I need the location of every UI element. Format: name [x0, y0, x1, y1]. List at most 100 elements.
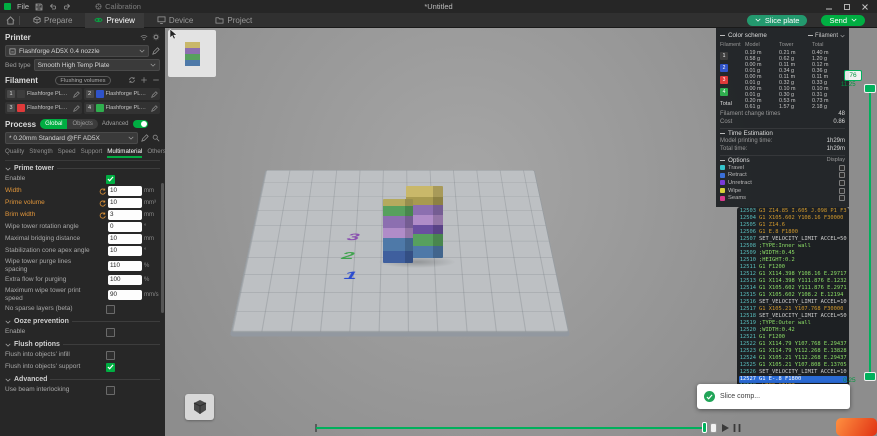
process-section-title: Process — [5, 120, 36, 129]
tab-support[interactable]: Support — [81, 148, 103, 158]
edit-printer-icon[interactable] — [152, 47, 160, 55]
filament-row-swatch: 3 — [720, 74, 745, 86]
reset-icon[interactable] — [99, 212, 106, 219]
tab-preview[interactable]: Preview — [85, 13, 143, 28]
filament-slot-3[interactable]: 3 Flashforge PLA B... — [5, 102, 82, 114]
reset-icon[interactable] — [99, 188, 106, 195]
prime-tower-section[interactable]: Prime tower — [5, 165, 160, 172]
layer-slider-track[interactable] — [869, 88, 871, 380]
scope-global[interactable]: Global — [40, 119, 67, 129]
change-times-value: 48 — [838, 111, 845, 117]
search-settings-icon[interactable] — [152, 134, 160, 142]
gear-icon[interactable] — [152, 33, 160, 41]
stat-cell: 0.00 m0.01 g — [745, 74, 779, 86]
purge-spacing-input[interactable]: 110 — [108, 261, 142, 271]
redo-icon[interactable] — [63, 3, 71, 11]
process-scope-toggle[interactable]: Global Objects — [40, 119, 98, 129]
cone-angle-input[interactable]: 10 — [108, 246, 142, 256]
home-icon[interactable] — [6, 16, 15, 25]
enable-checkbox[interactable] — [106, 175, 115, 184]
prime-volume-input[interactable]: 10 — [108, 198, 142, 208]
layer-slider-top-handle[interactable] — [864, 84, 876, 93]
project-icon — [215, 16, 224, 24]
tab-multimaterial[interactable]: Multimaterial — [107, 148, 142, 158]
tab-prepare[interactable]: Prepare — [24, 13, 81, 28]
brim-width-input[interactable]: 3 — [108, 210, 142, 220]
model-time-label: Model printing time: — [720, 138, 772, 144]
filament-color-swatch[interactable] — [96, 104, 104, 112]
slice-plate-button[interactable]: Slice plate — [747, 15, 808, 26]
filament-slot-1[interactable]: 1 Flashforge PLA B... — [5, 88, 82, 100]
close-button[interactable] — [861, 3, 869, 11]
tab-others[interactable]: Others — [147, 148, 165, 158]
edit-filament-icon[interactable] — [73, 105, 80, 112]
travel-display-checkbox[interactable] — [839, 165, 845, 171]
corner-accent-badge[interactable] — [836, 418, 877, 436]
minimize-button[interactable] — [825, 3, 833, 11]
layer-slider-bottom-handle[interactable] — [864, 372, 876, 381]
flush-infill-checkbox[interactable] — [106, 351, 115, 360]
process-preset-select[interactable]: * 0.20mm Standard @FF AD5X — [5, 132, 138, 144]
edit-filament-icon[interactable] — [151, 105, 158, 112]
printer-preset-select[interactable]: Flashforge AD5X 0.4 nozzle — [5, 45, 149, 57]
stat-cell: 0.73 m2.18 g — [812, 98, 845, 110]
sidebar-scrollbar[interactable] — [161, 183, 164, 313]
bridging-distance-input[interactable]: 10 — [108, 234, 142, 244]
maximize-button[interactable] — [843, 3, 851, 11]
scope-objects[interactable]: Objects — [67, 119, 97, 129]
unretract-display-checkbox[interactable] — [839, 180, 845, 186]
move-slider-knob[interactable] — [710, 423, 717, 433]
tab-quality[interactable]: Quality — [5, 148, 24, 158]
color-scheme-select[interactable]: Filament — [808, 33, 845, 39]
width-input[interactable]: 10 — [108, 186, 142, 196]
gcode-viewer[interactable]: 12503G3 Z14.85 I.605 J.098 P1 F30000 125… — [737, 207, 849, 405]
move-slider-handle[interactable] — [702, 422, 707, 433]
filament-slot-2[interactable]: 2 Flashforge PLA Basic — [84, 88, 161, 100]
filament-color-swatch[interactable] — [96, 90, 104, 98]
max-speed-input[interactable]: 90 — [108, 290, 142, 300]
menu-file[interactable]: File — [17, 2, 29, 11]
flush-support-checkbox[interactable] — [106, 363, 115, 372]
edit-filament-icon[interactable] — [151, 91, 158, 98]
extra-flow-input[interactable]: 100 — [108, 275, 142, 285]
wifi-icon[interactable] — [140, 33, 148, 41]
move-slider-track[interactable] — [316, 427, 706, 429]
sliced-model[interactable] — [383, 199, 413, 263]
play-button[interactable] — [721, 423, 730, 433]
tab-strength[interactable]: Strength — [29, 148, 52, 158]
advanced-section[interactable]: Advanced — [5, 376, 160, 383]
ooze-prevention-section[interactable]: Ooze prevention — [5, 318, 160, 325]
add-filament-icon[interactable] — [140, 76, 148, 84]
filament-color-swatch[interactable] — [17, 90, 25, 98]
filament-color-swatch[interactable] — [17, 104, 25, 112]
remove-filament-icon[interactable] — [152, 76, 160, 84]
filament-slot-4[interactable]: 4 Flashforge PLA Basic — [84, 102, 161, 114]
flush-options-section[interactable]: Flush options — [5, 341, 160, 348]
undo-icon[interactable] — [49, 3, 57, 11]
gcode-current-line[interactable]: 12527G1 E-.8 F1800 — [739, 376, 847, 383]
reset-icon[interactable] — [99, 200, 106, 207]
save-icon[interactable] — [35, 3, 43, 11]
advanced-toggle[interactable] — [133, 120, 148, 128]
pause-button[interactable] — [733, 423, 741, 433]
send-button[interactable]: Send — [821, 15, 865, 26]
wipe-display-checkbox[interactable] — [839, 188, 845, 194]
edit-process-icon[interactable] — [141, 134, 149, 142]
interlocking-checkbox[interactable] — [106, 386, 115, 395]
tab-speed[interactable]: Speed — [58, 148, 76, 158]
flushing-volumes-button[interactable]: Flushing volumes — [55, 76, 110, 85]
seams-display-checkbox[interactable] — [839, 195, 845, 201]
bed-type-select[interactable]: Smooth High Temp Plate — [34, 59, 160, 71]
orientation-cube[interactable] — [185, 394, 214, 420]
ooze-enable-checkbox[interactable] — [106, 328, 115, 337]
tab-project[interactable]: Project — [206, 13, 261, 28]
tab-device[interactable]: Device — [148, 13, 202, 28]
no-sparse-checkbox[interactable] — [106, 305, 115, 314]
slice-complete-toast[interactable]: Slice comp... — [697, 384, 850, 409]
menu-calibration[interactable]: Calibration — [95, 2, 141, 11]
rotation-angle-input[interactable]: 0 — [108, 222, 142, 232]
retract-display-checkbox[interactable] — [839, 172, 845, 178]
edit-filament-icon[interactable] — [73, 91, 80, 98]
viewport-3d[interactable]: 3 2 1 Color scheme Filament — [165, 28, 877, 436]
sync-filament-icon[interactable] — [128, 76, 136, 84]
